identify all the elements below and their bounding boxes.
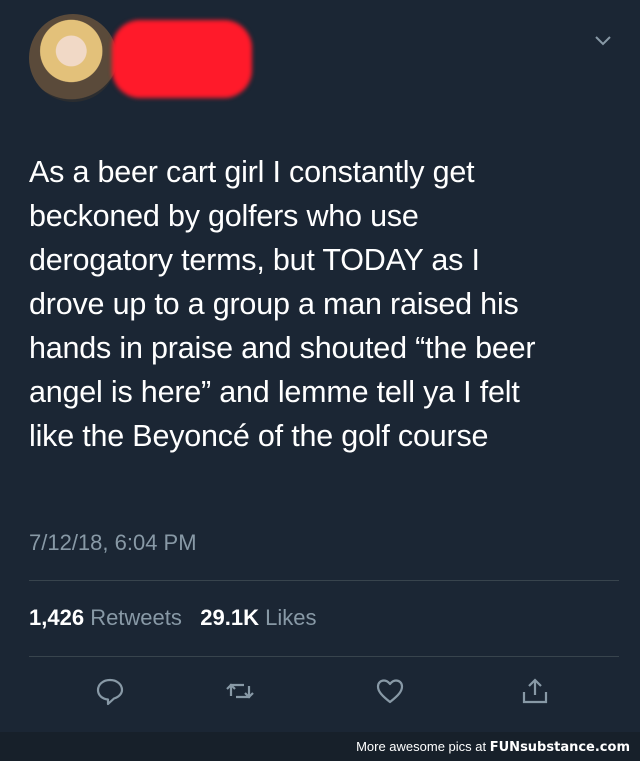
footer-text: More awesome pics at xyxy=(356,739,487,754)
reply-icon[interactable] xyxy=(95,676,125,706)
share-icon[interactable] xyxy=(520,676,550,706)
redacted-username xyxy=(112,20,252,98)
watermark-footer: More awesome pics at FUNsubstance.com xyxy=(0,732,640,761)
chevron-down-icon[interactable] xyxy=(594,34,612,48)
likes-label[interactable]: Likes xyxy=(265,605,316,630)
retweets-label[interactable]: Retweets xyxy=(90,605,182,630)
divider xyxy=(29,656,619,657)
retweets-count[interactable]: 1,426 xyxy=(29,605,84,630)
retweet-icon[interactable] xyxy=(225,676,255,706)
tweet-actions xyxy=(0,676,640,706)
avatar[interactable] xyxy=(29,14,117,102)
tweet-timestamp[interactable]: 7/12/18, 6:04 PM xyxy=(29,530,197,556)
footer-brand: FUNsubstance.com xyxy=(489,740,630,755)
likes-count[interactable]: 29.1K xyxy=(200,605,259,630)
tweet-stats: 1,426 Retweets 29.1K Likes xyxy=(29,605,316,631)
heart-icon[interactable] xyxy=(375,676,405,706)
divider xyxy=(29,580,619,581)
tweet-text: As a beer cart girl I constantly get bec… xyxy=(29,155,536,453)
